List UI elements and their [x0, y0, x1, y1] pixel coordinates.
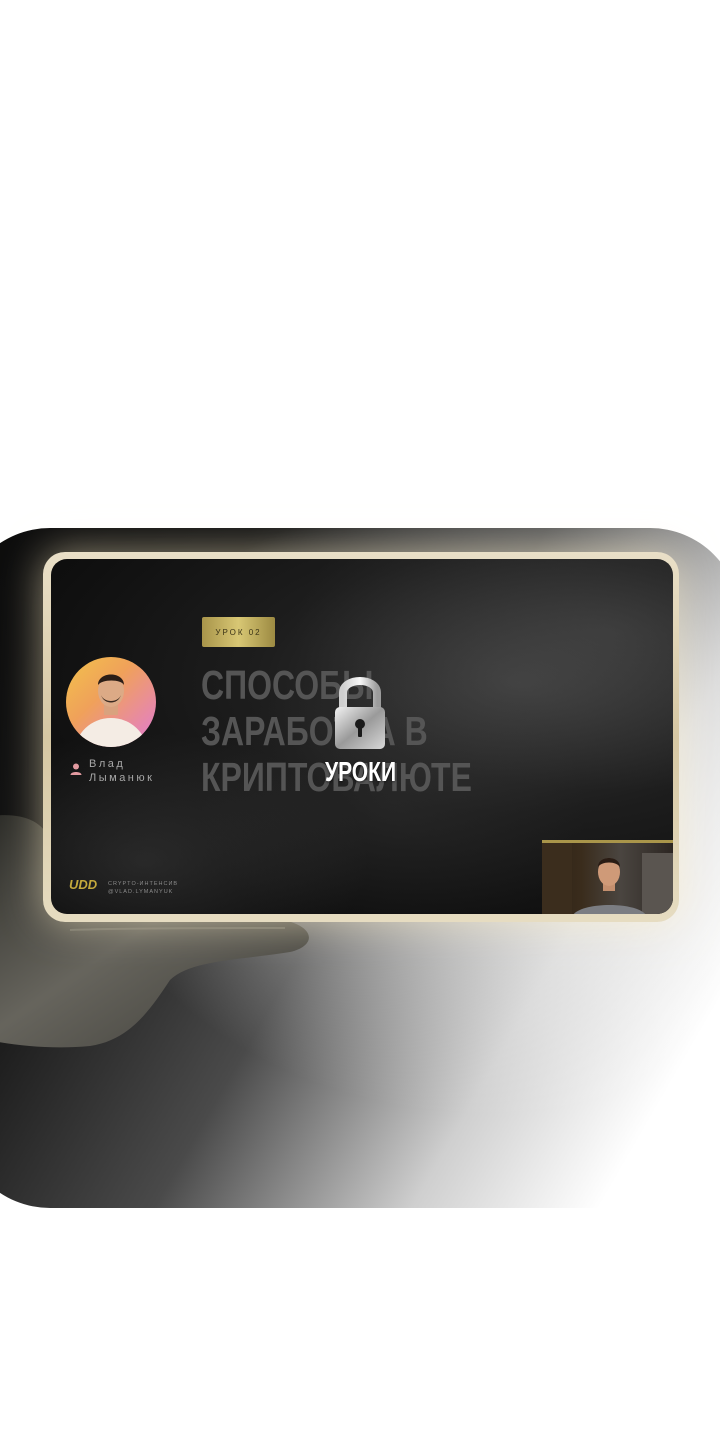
video-screen[interactable]: УРОК 02 СПОСОБЫ ЗАРАБОТКА В КРИПТОВАЛЮТЕ	[51, 559, 673, 914]
lesson-badge: УРОК 02	[202, 617, 275, 647]
presenter-photo	[542, 843, 673, 914]
brand-line-2: @VLAD.LYMANYUK	[108, 889, 174, 895]
brand-text: CRYPTO-ИНТЕНСИВ @VLAD.LYMANYUK	[108, 880, 178, 896]
author-name: Влад Лыманюк	[89, 757, 154, 785]
author-photo	[75, 674, 147, 747]
lesson-video-card[interactable]: УРОК 02 СПОСОБЫ ЗАРАБОТКА В КРИПТОВАЛЮТЕ	[43, 552, 679, 922]
brand-line-1: CRYPTO-ИНТЕНСИВ	[108, 881, 179, 887]
author-last-name: Лыманюк	[89, 772, 155, 784]
brand-logo: UDD	[69, 877, 98, 892]
lessons-label: УРОКИ	[325, 756, 397, 787]
padlock-icon[interactable]	[332, 671, 388, 751]
page: УРОК 02 СПОСОБЫ ЗАРАБОТКА В КРИПТОВАЛЮТЕ	[0, 0, 720, 1439]
person-icon	[70, 763, 82, 775]
presenter-video-pip	[542, 840, 673, 914]
author-avatar	[66, 657, 156, 747]
author-first-name: Влад	[89, 758, 126, 770]
